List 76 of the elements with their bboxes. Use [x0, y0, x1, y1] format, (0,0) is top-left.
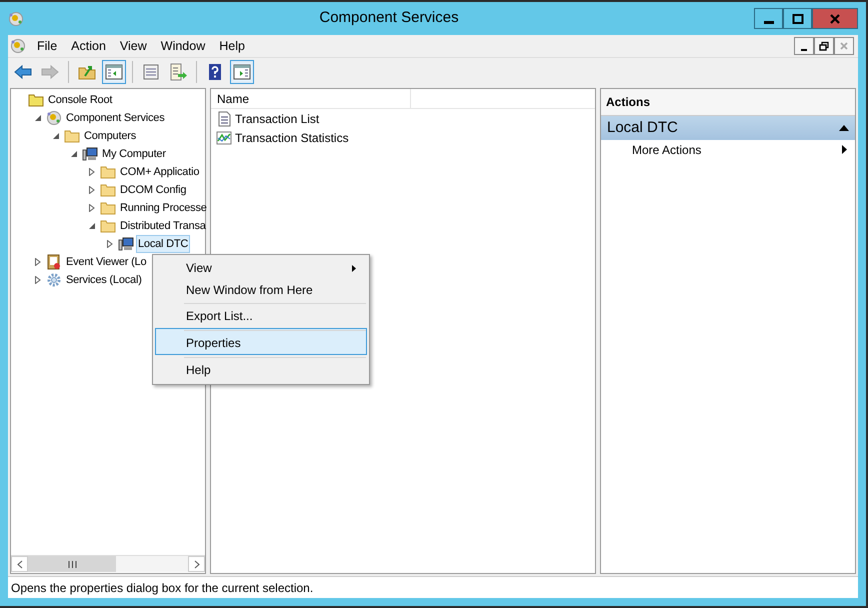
list-icon: [216, 110, 232, 126]
tree-item[interactable]: DCOM Config: [118, 180, 188, 200]
minimize-icon: [801, 48, 807, 50]
properties-icon: [141, 62, 161, 82]
grip-icon: [68, 560, 76, 568]
computer-icon: [82, 146, 98, 162]
menu-item[interactable]: View: [155, 257, 367, 279]
submenu-arrow-icon: [842, 145, 847, 154]
maximize-icon: [792, 14, 804, 24]
menu-item[interactable]: Action: [64, 36, 113, 56]
collapse-arrow-icon[interactable]: [52, 132, 60, 140]
chart-icon: [216, 130, 232, 146]
tree-item[interactable]: Component Services: [64, 108, 167, 128]
close-button[interactable]: [812, 8, 858, 29]
menu-item[interactable]: File: [30, 36, 64, 56]
minimize-button[interactable]: [754, 8, 783, 29]
tree-item[interactable]: COM+ Applicatio: [118, 162, 202, 182]
status-text: Opens the properties dialog box for the current selection.: [8, 576, 858, 598]
close-icon: [839, 41, 849, 51]
restore-button[interactable]: [814, 37, 834, 55]
computer-icon: [118, 236, 134, 252]
gear-icon: [46, 272, 62, 288]
minimize-icon: [764, 20, 774, 24]
expand-arrow-icon[interactable]: [106, 240, 114, 248]
folder-icon: [28, 92, 44, 108]
scroll-right-icon[interactable]: [194, 560, 200, 568]
tree-item[interactable]: Running Processe: [118, 198, 209, 218]
submenu-arrow-icon: [352, 264, 356, 272]
folder-icon: [100, 200, 116, 216]
action-link[interactable]: More Actions: [601, 140, 855, 159]
tree-item[interactable]: My Computer: [100, 144, 168, 164]
collapse-arrow-icon[interactable]: [34, 114, 42, 122]
expand-arrow-icon[interactable]: [88, 186, 96, 194]
menu-item[interactable]: Properties: [155, 328, 367, 355]
expand-arrow-icon[interactable]: [34, 276, 42, 284]
collapse-arrow-icon: [839, 125, 849, 131]
collapse-arrow-icon[interactable]: [70, 150, 78, 158]
folder-icon: [64, 128, 80, 144]
toolbar-button[interactable]: [102, 60, 126, 84]
menu-item[interactable]: Help: [212, 36, 252, 56]
expand-arrow-icon[interactable]: [88, 168, 96, 176]
action-section-header[interactable]: Local DTC: [601, 116, 855, 140]
tree-item[interactable]: Services (Local): [64, 270, 144, 290]
tree-item[interactable]: Computers: [82, 126, 138, 146]
close-icon: [829, 14, 841, 24]
event-log-icon: [46, 254, 62, 270]
tree-item[interactable]: Event Viewer (Lo: [64, 252, 148, 272]
column-header[interactable]: Name: [211, 89, 411, 108]
console-tree-icon: [104, 62, 124, 82]
tree-item[interactable]: Console Root: [46, 90, 114, 110]
maximize-button[interactable]: [783, 8, 812, 29]
menu-item[interactable]: New Window from Here: [155, 279, 367, 301]
app-icon: [8, 10, 24, 26]
restore-icon: [819, 41, 829, 51]
horizontal-scrollbar[interactable]: [11, 555, 205, 572]
menu-item[interactable]: View: [112, 36, 154, 56]
actions-header: Actions: [601, 89, 855, 116]
folder-icon: [100, 182, 116, 198]
expand-arrow-icon[interactable]: [88, 204, 96, 212]
expand-arrow-icon[interactable]: [34, 258, 42, 266]
window-title: Component Services: [318, 8, 460, 28]
toolbar-button[interactable]: [230, 60, 254, 84]
export-list-icon: [168, 62, 188, 82]
action-pane-icon: [232, 62, 252, 82]
tree-item[interactable]: Distributed Transa: [118, 216, 208, 236]
menu-item[interactable]: Window: [154, 36, 212, 56]
tree-item[interactable]: Local DTC: [136, 234, 190, 254]
component-icon: [46, 110, 62, 126]
list-item[interactable]: Transaction Statistics: [235, 128, 349, 146]
scroll-left-icon[interactable]: [16, 560, 22, 568]
list-item[interactable]: Transaction List: [235, 110, 320, 128]
app-icon: [10, 38, 26, 54]
folder-icon: [100, 218, 116, 234]
collapse-arrow-icon[interactable]: [88, 222, 96, 230]
folder-icon: [100, 164, 116, 180]
minimize-button[interactable]: [794, 37, 814, 55]
